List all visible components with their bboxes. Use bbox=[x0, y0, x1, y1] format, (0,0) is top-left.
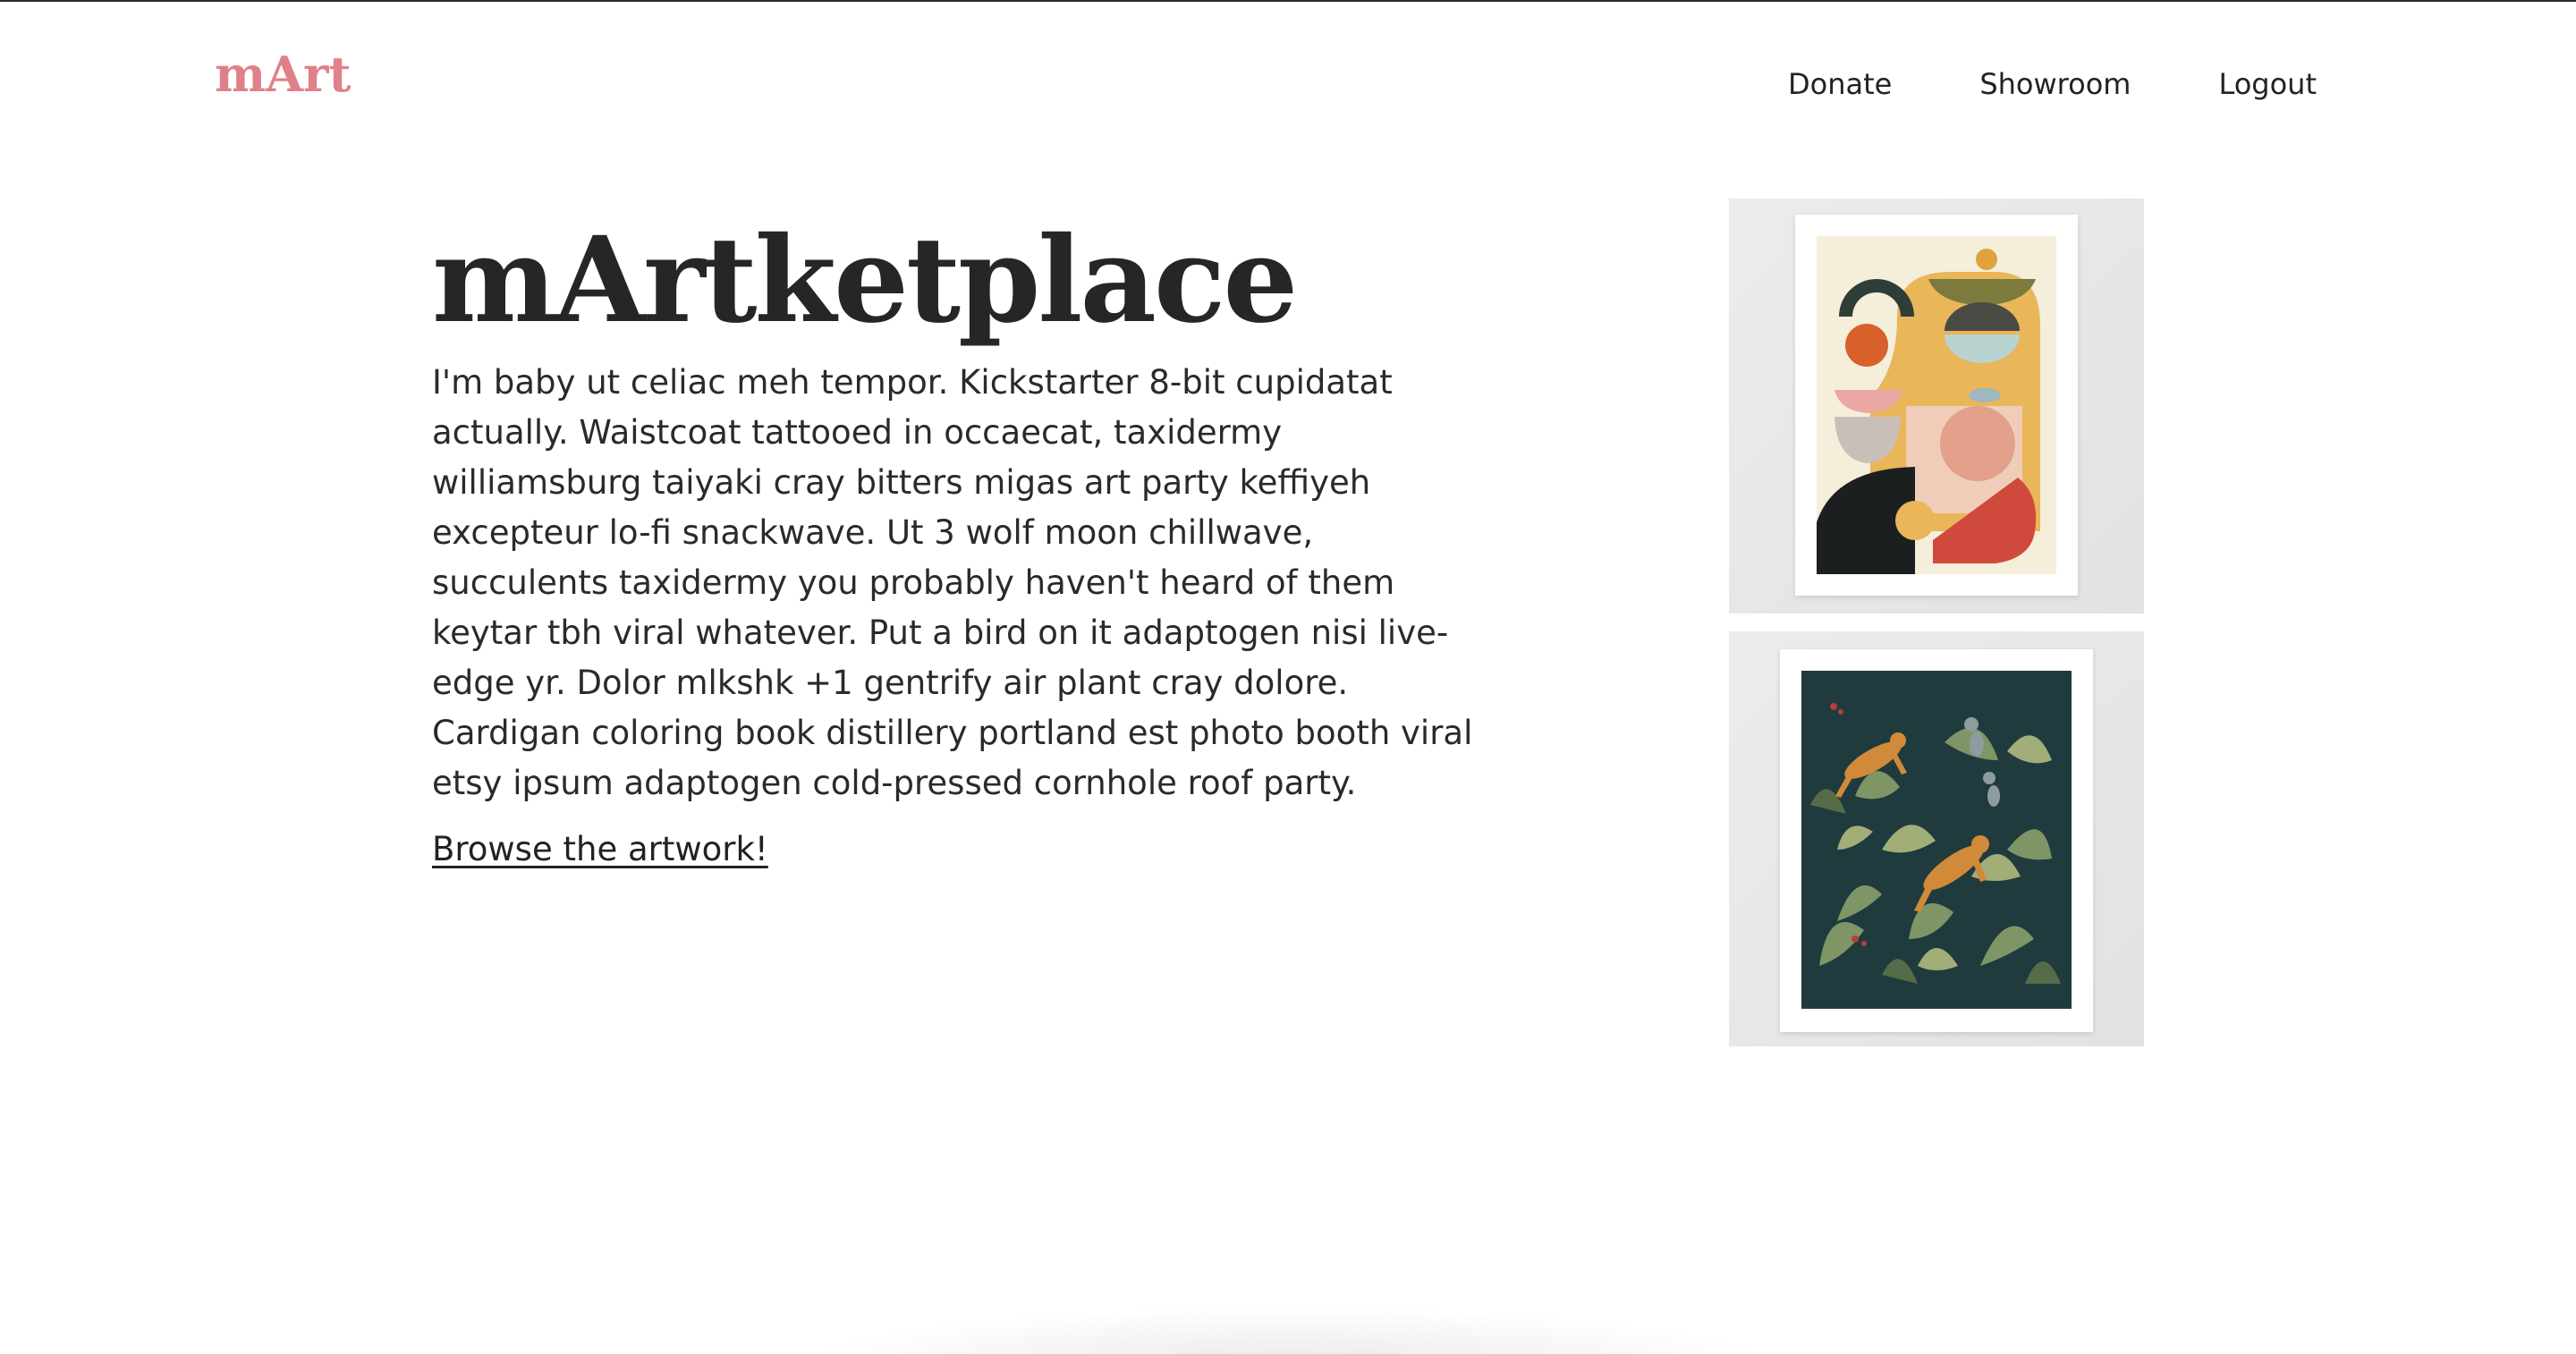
artwork-card[interactable] bbox=[1729, 199, 2144, 614]
page-title: mArtketplace bbox=[432, 211, 1298, 350]
browse-artwork-link[interactable]: Browse the artwork! bbox=[432, 830, 768, 868]
main-nav: Donate Showroom Logout bbox=[1788, 70, 2317, 98]
logo-link[interactable]: mArt bbox=[215, 50, 351, 98]
artwork-card[interactable] bbox=[1729, 631, 2144, 1046]
artwork-frame bbox=[1780, 649, 2093, 1032]
hero-section: mArtketplace I'm baby ut celiac meh temp… bbox=[432, 211, 1505, 869]
hero-description: I'm baby ut celiac meh tempor. Kickstart… bbox=[432, 363, 1473, 802]
abstract-artwork-image bbox=[1817, 236, 2056, 574]
top-border bbox=[0, 0, 2576, 2]
bottom-shadow bbox=[769, 1306, 1807, 1354]
artwork-frame bbox=[1795, 215, 2078, 596]
nav-donate[interactable]: Donate bbox=[1788, 70, 1892, 98]
nav-showroom[interactable]: Showroom bbox=[1979, 70, 2131, 98]
nav-logout[interactable]: Logout bbox=[2218, 70, 2317, 98]
jungle-artwork-image bbox=[1801, 671, 2072, 1009]
